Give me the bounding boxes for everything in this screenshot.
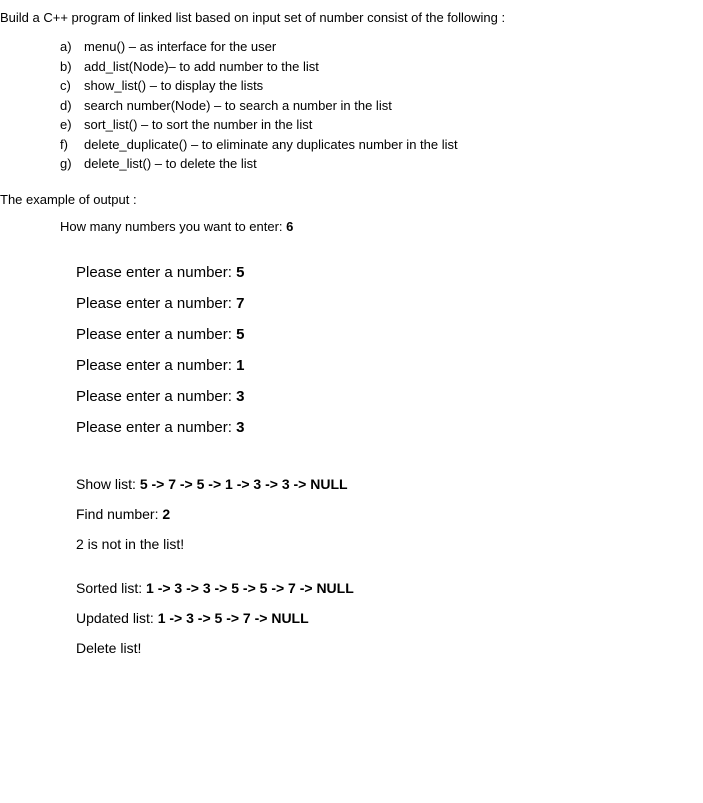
prompt-label: Please enter a number: bbox=[76, 264, 236, 281]
updated-value: 1 -> 3 -> 5 -> 7 -> NULL bbox=[158, 610, 309, 626]
list-item: f) delete_duplicate() – to eliminate any… bbox=[60, 135, 703, 155]
list-item: e) sort_list() – to sort the number in t… bbox=[60, 115, 703, 135]
show-list-section: Show list: 5 -> 7 -> 5 -> 1 -> 3 -> 3 ->… bbox=[76, 476, 703, 552]
updated-label: Updated list: bbox=[76, 610, 158, 626]
list-letter: b) bbox=[60, 57, 84, 77]
find-line: Find number: 2 bbox=[76, 506, 703, 522]
enter-prompt: Please enter a number: 3 bbox=[76, 388, 703, 405]
list-text: menu() – as interface for the user bbox=[84, 37, 276, 57]
prompt-label: Please enter a number: bbox=[76, 357, 236, 374]
prompt-label: Please enter a number: bbox=[76, 388, 236, 405]
sorted-value: 1 -> 3 -> 3 -> 5 -> 5 -> 7 -> NULL bbox=[146, 580, 354, 596]
list-item: g) delete_list() – to delete the list bbox=[60, 154, 703, 174]
find-label: Find number: bbox=[76, 506, 162, 522]
list-letter: e) bbox=[60, 115, 84, 135]
sorted-line: Sorted list: 1 -> 3 -> 3 -> 5 -> 5 -> 7 … bbox=[76, 580, 703, 596]
list-text: delete_duplicate() – to eliminate any du… bbox=[84, 135, 458, 155]
updated-line: Updated list: 1 -> 3 -> 5 -> 7 -> NULL bbox=[76, 610, 703, 626]
list-item: d) search number(Node) – to search a num… bbox=[60, 96, 703, 116]
example-header: The example of output : bbox=[0, 192, 703, 207]
find-value: 2 bbox=[162, 506, 170, 522]
prompt-value: 5 bbox=[236, 326, 244, 343]
list-letter: c) bbox=[60, 76, 84, 96]
how-many-value: 6 bbox=[286, 219, 293, 234]
prompt-value: 1 bbox=[236, 357, 244, 374]
show-list-line: Show list: 5 -> 7 -> 5 -> 1 -> 3 -> 3 ->… bbox=[76, 476, 703, 492]
enter-prompt: Please enter a number: 5 bbox=[76, 264, 703, 281]
enter-prompts: Please enter a number: 5 Please enter a … bbox=[76, 264, 703, 436]
prompt-value: 3 bbox=[236, 419, 244, 436]
sorted-label: Sorted list: bbox=[76, 580, 146, 596]
prompt-label: Please enter a number: bbox=[76, 295, 236, 312]
list-text: delete_list() – to delete the list bbox=[84, 154, 257, 174]
list-item: c) show_list() – to display the lists bbox=[60, 76, 703, 96]
requirements-list: a) menu() – as interface for the user b)… bbox=[60, 37, 703, 174]
list-letter: d) bbox=[60, 96, 84, 116]
prompt-label: Please enter a number: bbox=[76, 326, 236, 343]
delete-list-line: Delete list! bbox=[76, 640, 703, 656]
list-letter: f) bbox=[60, 135, 84, 155]
prompt-value: 7 bbox=[236, 295, 244, 312]
enter-prompt: Please enter a number: 7 bbox=[76, 295, 703, 312]
list-letter: g) bbox=[60, 154, 84, 174]
enter-prompt: Please enter a number: 3 bbox=[76, 419, 703, 436]
list-letter: a) bbox=[60, 37, 84, 57]
find-result: 2 is not in the list! bbox=[76, 536, 703, 552]
enter-prompt: Please enter a number: 5 bbox=[76, 326, 703, 343]
list-text: search number(Node) – to search a number… bbox=[84, 96, 392, 116]
how-many-line: How many numbers you want to enter: 6 bbox=[60, 219, 703, 234]
list-item: b) add_list(Node)– to add number to the … bbox=[60, 57, 703, 77]
prompt-label: Please enter a number: bbox=[76, 419, 236, 436]
how-many-label: How many numbers you want to enter: bbox=[60, 219, 286, 234]
show-list-label: Show list: bbox=[76, 476, 140, 492]
list-item: a) menu() – as interface for the user bbox=[60, 37, 703, 57]
sorted-section: Sorted list: 1 -> 3 -> 3 -> 5 -> 5 -> 7 … bbox=[76, 580, 703, 656]
prompt-value: 3 bbox=[236, 388, 244, 405]
prompt-value: 5 bbox=[236, 264, 244, 281]
show-list-value: 5 -> 7 -> 5 -> 1 -> 3 -> 3 -> NULL bbox=[140, 476, 348, 492]
list-text: show_list() – to display the lists bbox=[84, 76, 263, 96]
list-text: sort_list() – to sort the number in the … bbox=[84, 115, 312, 135]
list-text: add_list(Node)– to add number to the lis… bbox=[84, 57, 319, 77]
enter-prompt: Please enter a number: 1 bbox=[76, 357, 703, 374]
intro-text: Build a C++ program of linked list based… bbox=[0, 10, 703, 25]
